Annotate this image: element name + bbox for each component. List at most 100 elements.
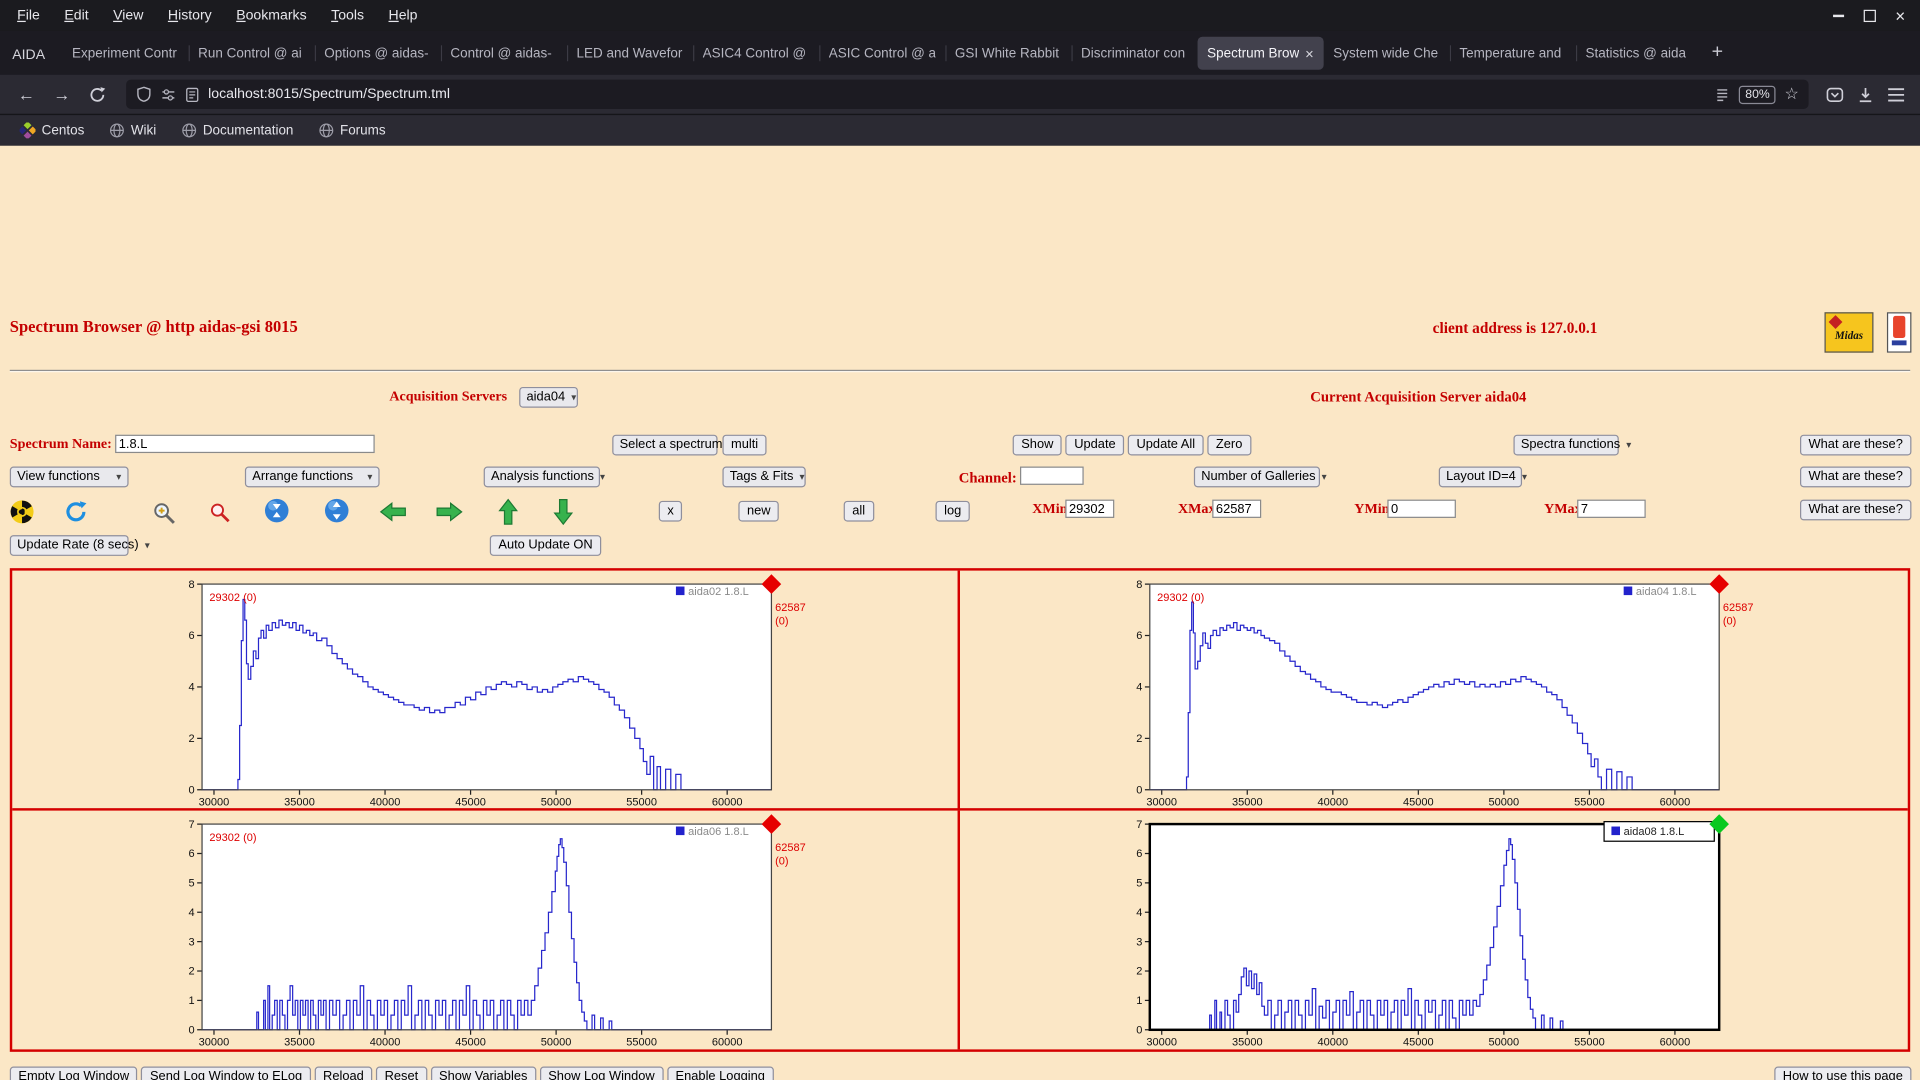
tab-spectrum-browser[interactable]: Spectrum Brow × (1197, 37, 1323, 70)
tab-asic4-control[interactable]: ASIC4 Control @ (693, 37, 819, 70)
log-button[interactable]: log (936, 501, 970, 522)
xmax-input[interactable] (1212, 500, 1261, 518)
update-rate-dropdown[interactable]: Update Rate (8 secs)▾ (10, 535, 129, 556)
acquisition-server-select[interactable]: aida04▾ (519, 387, 578, 408)
layout-id-dropdown[interactable]: Layout ID=4▾ (1439, 467, 1522, 488)
menu-view[interactable]: View (101, 4, 156, 26)
radioactive-icon[interactable] (10, 500, 34, 524)
refresh-icon[interactable] (64, 500, 88, 524)
pan-left-icon[interactable] (380, 502, 407, 522)
svg-text:aida02 1.8.L: aida02 1.8.L (688, 586, 749, 598)
tab-asic-control[interactable]: ASIC Control @ a (819, 37, 945, 70)
auto-update-button[interactable]: Auto Update ON (490, 535, 601, 556)
minimize-icon[interactable] (1833, 14, 1844, 16)
zoom-in-icon[interactable] (152, 501, 176, 525)
menu-file[interactable]: File (5, 4, 52, 26)
url-bar[interactable]: localhost:8015/Spectrum/Spectrum.tml 80%… (126, 80, 1808, 109)
pocket-icon[interactable] (1826, 85, 1844, 103)
svg-text:(0): (0) (775, 615, 788, 627)
spectrum-chart-aida02[interactable]: 0246830000350004000045000500005500060000… (12, 571, 960, 810)
svg-text:6: 6 (1136, 848, 1142, 860)
what-are-these-button-3[interactable]: What are these? (1800, 500, 1911, 521)
menu-help[interactable]: Help (376, 4, 429, 26)
spectrum-chart-aida04[interactable]: 0246830000350004000045000500005500060000… (960, 571, 1908, 810)
tab-discriminator[interactable]: Discriminator con (1071, 37, 1197, 70)
back-icon[interactable]: ← (10, 80, 43, 109)
reload-button[interactable]: Reload (314, 1067, 372, 1080)
xmin-input[interactable] (1065, 500, 1114, 518)
update-all-button[interactable]: Update All (1128, 435, 1204, 456)
number-of-galleries-dropdown[interactable]: Number of Galleries▾ (1194, 467, 1320, 488)
tab-statistics[interactable]: Statistics @ aida (1576, 37, 1702, 70)
hamburger-menu-icon[interactable] (1887, 86, 1905, 102)
maximize-icon[interactable] (1863, 9, 1875, 21)
menu-bookmarks[interactable]: Bookmarks (224, 4, 319, 26)
tab-led-waveform[interactable]: LED and Wavefor (567, 37, 693, 70)
forward-icon[interactable]: → (45, 80, 78, 109)
svg-text:4: 4 (1136, 682, 1142, 694)
permissions-icon[interactable] (160, 86, 176, 102)
menu-tools[interactable]: Tools (319, 4, 376, 26)
tags-fits-dropdown[interactable]: Tags & Fits▾ (722, 467, 805, 488)
tab-options[interactable]: Options @ aidas- (315, 37, 441, 70)
acquisition-servers-label: Acquisition Servers (389, 389, 507, 404)
shield-icon[interactable] (136, 86, 152, 103)
bookmark-documentation[interactable]: Documentation (181, 122, 294, 138)
show-button[interactable]: Show (1013, 435, 1062, 456)
how-to-use-button[interactable]: How to use this page (1774, 1067, 1911, 1080)
tab-close-icon[interactable]: × (1305, 45, 1314, 62)
reset-button[interactable]: Reset (376, 1067, 427, 1080)
tab-system-wide[interactable]: System wide Che (1323, 37, 1449, 70)
new-tab-button[interactable]: + (1702, 42, 1735, 75)
reader-mode-icon[interactable] (1715, 86, 1731, 102)
zoom-out-icon[interactable] (208, 501, 231, 524)
spectra-functions-dropdown[interactable]: Spectra functions▾ (1513, 435, 1618, 456)
url-text[interactable]: localhost:8015/Spectrum/Spectrum.tml (208, 87, 450, 102)
bookmark-star-icon[interactable]: ☆ (1785, 84, 1799, 104)
new-button[interactable]: new (738, 501, 779, 522)
send-log-to-elog-button[interactable]: Send Log Window to ELog (141, 1067, 310, 1080)
pan-down-icon[interactable] (553, 498, 573, 525)
downloads-icon[interactable] (1856, 85, 1874, 103)
spectrum-chart-aida08[interactable]: 0123456730000350004000045000500005500060… (960, 810, 1908, 1049)
zero-button[interactable]: Zero (1207, 435, 1251, 456)
show-log-window-button[interactable]: Show Log Window (540, 1067, 664, 1080)
show-variables-button[interactable]: Show Variables (430, 1067, 536, 1080)
bookmark-forums[interactable]: Forums (318, 122, 386, 138)
zoom-level-badge[interactable]: 80% (1739, 85, 1776, 103)
pan-right-icon[interactable] (436, 502, 463, 522)
menu-edit[interactable]: Edit (52, 4, 101, 26)
spectrum-name-input[interactable] (115, 435, 375, 453)
spectrum-chart-aida06[interactable]: 0123456730000350004000045000500005500060… (12, 810, 960, 1049)
analysis-functions-dropdown[interactable]: Analysis functions▾ (484, 467, 600, 488)
bookmark-centos[interactable]: Centos (20, 122, 85, 138)
what-are-these-button-1[interactable]: What are these? (1800, 435, 1911, 456)
chevron-down-icon: ▾ (1522, 469, 1527, 485)
select-spectrum-dropdown[interactable]: Select a spectrum▾ (612, 435, 717, 456)
enable-logging-button[interactable]: Enable Logging (667, 1067, 774, 1080)
tab-control[interactable]: Control @ aidas- (441, 37, 567, 70)
bookmark-wiki[interactable]: Wiki (109, 122, 156, 138)
reload-icon[interactable] (81, 80, 114, 109)
ymax-input[interactable] (1577, 500, 1646, 518)
compress-y-icon[interactable] (264, 498, 288, 522)
view-functions-dropdown[interactable]: View functions▾ (10, 467, 129, 488)
tab-experiment-control[interactable]: Experiment Contr (62, 37, 188, 70)
empty-log-window-button[interactable]: Empty Log Window (10, 1067, 138, 1080)
channel-input[interactable] (1020, 467, 1084, 485)
tab-gsi-white-rabbit[interactable]: GSI White Rabbit (945, 37, 1071, 70)
tab-temperature[interactable]: Temperature and (1450, 37, 1576, 70)
pan-up-icon[interactable] (498, 498, 518, 525)
close-icon[interactable]: × (1895, 9, 1905, 21)
what-are-these-button-2[interactable]: What are these? (1800, 467, 1911, 488)
expand-y-icon[interactable] (324, 498, 348, 522)
all-button[interactable]: all (844, 501, 874, 522)
update-button[interactable]: Update (1066, 435, 1125, 456)
arrange-functions-dropdown[interactable]: Arrange functions▾ (245, 467, 380, 488)
page-info-icon[interactable] (185, 86, 200, 102)
multi-button[interactable]: multi (722, 435, 766, 456)
tab-run-control[interactable]: Run Control @ ai (188, 37, 314, 70)
menu-history[interactable]: History (156, 4, 224, 26)
ymin-input[interactable] (1387, 500, 1456, 518)
x-axis-button[interactable]: x (659, 501, 683, 522)
